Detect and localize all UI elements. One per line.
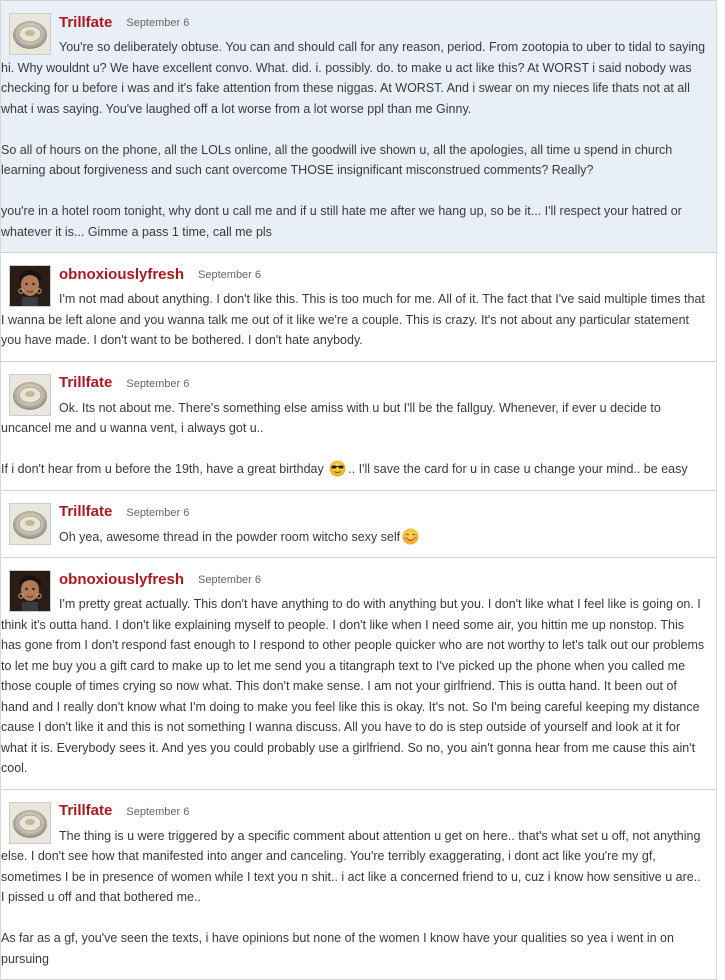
message-body: Oh yea, awesome thread in the powder roo… [1,527,706,548]
message-text: Oh yea, awesome thread in the powder roo… [59,530,400,544]
username[interactable]: Trillfate [59,14,112,31]
message-thread: Trillfate September 6 You're so delibera… [0,0,717,980]
message-body: The thing is u were triggered by a speci… [1,826,706,970]
post-date: September 6 [198,269,261,281]
message-paragraph: I'm not mad about anything. I don't like… [1,289,706,351]
message-item: Trillfate September 6 You're so delibera… [1,0,716,253]
avatar[interactable] [9,802,51,844]
woman-photo-avatar-icon [10,571,50,611]
message-paragraph: Ok. Its not about me. There's something … [1,398,706,439]
avatar[interactable] [9,13,51,55]
message-item: Trillfate September 6 Oh yea, awesome th… [1,491,716,559]
silver-disc-avatar-icon [10,14,50,54]
message-body: I'm not mad about anything. I don't like… [1,289,706,351]
username[interactable]: Trillfate [59,503,112,520]
message-item: Trillfate September 6 Ok. Its not about … [1,362,716,491]
message-body: You're so deliberately obtuse. You can a… [1,37,706,242]
message-paragraph: So all of hours on the phone, all the LO… [1,140,706,181]
message-paragraph: The thing is u were triggered by a speci… [1,826,706,908]
message-paragraph: Oh yea, awesome thread in the powder roo… [1,527,706,548]
message-body: I'm pretty great actually. This don't ha… [1,594,706,779]
username[interactable]: Trillfate [59,374,112,391]
post-date: September 6 [198,574,261,586]
message-paragraph: I'm pretty great actually. This don't ha… [1,594,706,779]
sunglasses-emoji-icon [329,460,346,477]
post-date: September 6 [126,507,189,519]
message-item: obnoxiouslyfresh September 6 I'm pretty … [1,558,716,790]
message-paragraph: If i don't hear from u before the 19th, … [1,459,706,480]
message-paragraph: you're in a hotel room tonight, why dont… [1,201,706,242]
message-text: .. I'll save the card for u in case u ch… [348,462,687,476]
silver-disc-avatar-icon [10,803,50,843]
message-paragraph: As far as a gf, you've seen the texts, i… [1,928,706,969]
post-date: September 6 [126,806,189,818]
avatar[interactable] [9,503,51,545]
message-item: Trillfate September 6 The thing is u wer… [1,790,716,980]
avatar[interactable] [9,570,51,612]
avatar[interactable] [9,265,51,307]
message-body: Ok. Its not about me. There's something … [1,398,706,480]
silver-disc-avatar-icon [10,375,50,415]
blush-emoji-icon [402,528,419,545]
username[interactable]: obnoxiouslyfresh [59,266,184,283]
silver-disc-avatar-icon [10,504,50,544]
message-text: If i don't hear from u before the 19th, … [1,462,324,476]
message-item: obnoxiouslyfresh September 6 I'm not mad… [1,253,716,362]
username[interactable]: obnoxiouslyfresh [59,571,184,588]
username[interactable]: Trillfate [59,802,112,819]
woman-photo-avatar-icon [10,266,50,306]
post-date: September 6 [126,17,189,29]
avatar[interactable] [9,374,51,416]
message-paragraph: You're so deliberately obtuse. You can a… [1,37,706,119]
post-date: September 6 [126,378,189,390]
